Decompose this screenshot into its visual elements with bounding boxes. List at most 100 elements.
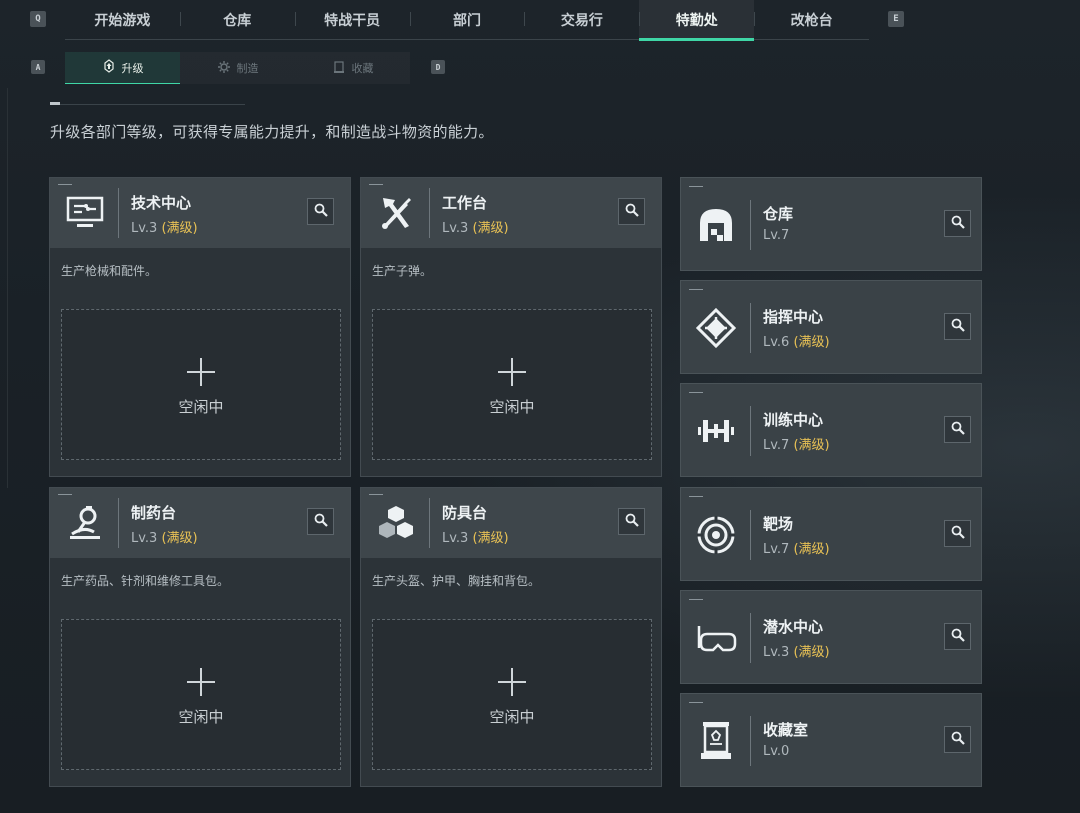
card-header: 防具台 Lv.3 (满级) — [361, 488, 661, 558]
plus-icon — [498, 358, 526, 386]
chip-icon — [693, 305, 739, 351]
facility-name: 靶场 — [763, 515, 794, 533]
sub-tabs: 升级 制造 收藏 — [65, 52, 410, 84]
facility-level: Lv.3 (满级) — [131, 531, 198, 546]
collection-icon — [332, 60, 346, 77]
left-rail-decoration — [7, 88, 8, 488]
facility-card-armor-bench: 防具台 Lv.3 (满级) 生产头盔、护甲、胸挂和背包。 空闲中 — [360, 487, 662, 787]
facility-card-collection-room[interactable]: 收藏室 Lv.0 — [680, 693, 982, 787]
facility-name: 潜水中心 — [763, 618, 824, 636]
key-hint-d: D — [431, 60, 445, 74]
facility-card-command-center[interactable]: 指挥中心 Lv.6 (满级) — [680, 280, 982, 374]
facility-card-training-center[interactable]: 训练中心 Lv.7 (满级) — [680, 383, 982, 477]
magnifier-icon — [951, 730, 965, 749]
facility-card-shooting-range[interactable]: 靶场 Lv.7 (满级) — [680, 487, 982, 581]
plus-icon — [187, 358, 215, 386]
upgrade-icon — [102, 59, 116, 76]
magnifier-icon — [951, 317, 965, 336]
inspect-button[interactable] — [618, 198, 645, 225]
display-case-icon — [693, 718, 739, 764]
tab-special-services[interactable]: 特勤处 — [639, 0, 755, 41]
magnifier-icon — [951, 214, 965, 233]
main-tabs: 开始游戏 仓库 特战干员 部门 交易行 特勤处 改枪台 — [65, 0, 869, 41]
card-header: 技术中心 Lv.3 (满级) — [50, 178, 350, 248]
inspect-button[interactable] — [944, 416, 971, 443]
production-slot[interactable]: 空闲中 — [61, 309, 341, 460]
key-hint-a: A — [31, 60, 45, 74]
plus-icon — [187, 668, 215, 696]
tab-departments[interactable]: 部门 — [409, 0, 525, 39]
key-hint-q: Q — [30, 11, 46, 27]
production-slot[interactable]: 空闲中 — [372, 619, 652, 770]
facility-card-tech-center: 技术中心 Lv.3 (满级) 生产枪械和配件。 空闲中 — [49, 177, 351, 477]
inspect-button[interactable] — [944, 313, 971, 340]
tab-operators[interactable]: 特战干员 — [294, 0, 410, 39]
facility-card-warehouse[interactable]: 仓库 Lv.7 — [680, 177, 982, 271]
inspect-button[interactable] — [307, 508, 334, 535]
warehouse-icon — [693, 202, 739, 248]
inspect-button[interactable] — [944, 623, 971, 650]
subtab-collection[interactable]: 收藏 — [295, 52, 410, 84]
facility-level: Lv.3 (满级) — [763, 645, 830, 660]
facility-name: 制药台 — [131, 504, 177, 522]
top-navigation: Q 开始游戏 仓库 特战干员 部门 交易行 特勤处 改枪台 E — [0, 0, 1080, 41]
card-header: 制药台 Lv.3 (满级) — [50, 488, 350, 558]
facility-name: 收藏室 — [763, 721, 809, 739]
section-divider-mark — [50, 102, 60, 105]
facility-level: Lv.7 (满级) — [763, 542, 830, 557]
facility-card-diving-center[interactable]: 潜水中心 Lv.3 (满级) — [680, 590, 982, 684]
production-slot[interactable]: 空闲中 — [372, 309, 652, 460]
facility-name: 训练中心 — [763, 411, 824, 429]
magnifier-icon — [314, 202, 328, 221]
key-hint-e: E — [888, 11, 904, 27]
subtab-craft-label: 制造 — [236, 62, 259, 75]
facility-description: 生产药品、针剂和维修工具包。 — [61, 574, 230, 588]
inspect-button[interactable] — [618, 508, 645, 535]
facility-card-workbench: 工作台 Lv.3 (满级) 生产子弹。 空闲中 — [360, 177, 662, 477]
inspect-button[interactable] — [944, 726, 971, 753]
facility-level: Lv.0 — [763, 744, 790, 759]
craft-icon — [217, 60, 231, 77]
slot-status: 空闲中 — [178, 398, 224, 416]
subtab-upgrade-label: 升级 — [121, 61, 144, 75]
facility-description: 生产头盔、护甲、胸挂和背包。 — [372, 574, 541, 588]
tools-icon — [373, 190, 419, 236]
tab-warehouse[interactable]: 仓库 — [179, 0, 295, 39]
magnifier-icon — [625, 202, 639, 221]
max-level-tag: (满级) — [161, 221, 198, 236]
max-level-tag: (满级) — [161, 531, 198, 546]
plus-icon — [498, 668, 526, 696]
page-description: 升级各部门等级，可获得专属能力提升，和制造战斗物资的能力。 — [50, 123, 494, 141]
magnifier-icon — [314, 512, 328, 531]
max-level-tag: (满级) — [793, 438, 830, 453]
tab-start-game[interactable]: 开始游戏 — [65, 0, 180, 39]
inspect-button[interactable] — [944, 210, 971, 237]
magnifier-icon — [951, 627, 965, 646]
microscope-icon — [62, 500, 108, 546]
magnifier-icon — [625, 512, 639, 531]
max-level-tag: (满级) — [472, 221, 509, 236]
subtab-upgrade[interactable]: 升级 — [65, 52, 180, 84]
facility-level: Lv.7 (满级) — [763, 438, 830, 453]
cubes-icon — [373, 500, 419, 546]
magnifier-icon — [951, 420, 965, 439]
facility-name: 指挥中心 — [763, 308, 824, 326]
facility-description: 生产枪械和配件。 — [61, 264, 158, 278]
facility-level: Lv.3 (满级) — [442, 531, 509, 546]
facility-level: Lv.6 (满级) — [763, 335, 830, 350]
slot-status: 空闲中 — [489, 708, 535, 726]
subtab-craft[interactable]: 制造 — [180, 52, 295, 84]
inspect-button[interactable] — [944, 520, 971, 547]
subtab-collection-label: 收藏 — [351, 62, 374, 75]
diving-mask-icon — [693, 615, 739, 661]
facility-level: Lv.7 — [763, 228, 790, 243]
facility-name: 防具台 — [442, 504, 488, 522]
facility-level: Lv.3 (满级) — [442, 221, 509, 236]
facility-card-pharmacy: 制药台 Lv.3 (满级) 生产药品、针剂和维修工具包。 空闲中 — [49, 487, 351, 787]
facility-description: 生产子弹。 — [372, 264, 433, 278]
tab-trading[interactable]: 交易行 — [524, 0, 639, 39]
production-slot[interactable]: 空闲中 — [61, 619, 341, 770]
tab-gunsmith[interactable]: 改枪台 — [754, 0, 869, 39]
inspect-button[interactable] — [307, 198, 334, 225]
dumbbell-icon — [693, 408, 739, 454]
